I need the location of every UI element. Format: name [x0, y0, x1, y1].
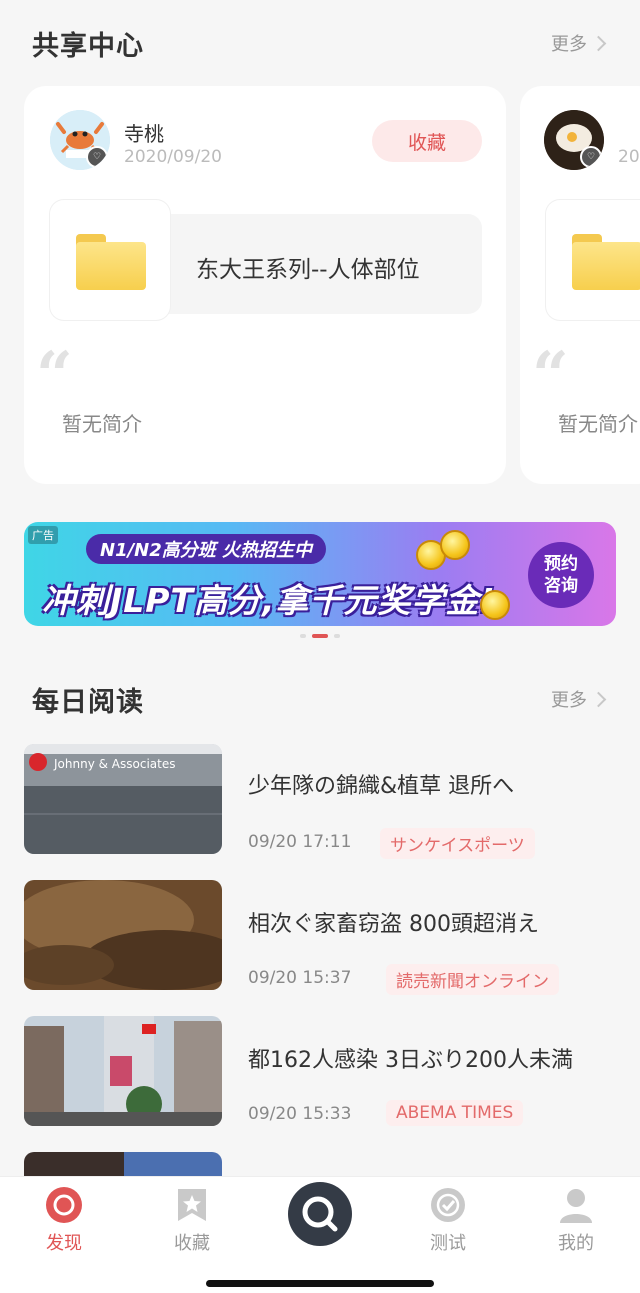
heart-badge-icon: ♡ [580, 146, 602, 168]
article-time: 09/20 15:37 [248, 968, 352, 988]
article-title: 都162人感染 3日ぶり200人未満 [248, 1048, 573, 1073]
ad-tag: 广告 [28, 526, 58, 544]
search-button[interactable] [288, 1182, 352, 1246]
article-source: 読売新聞オンライン [386, 964, 559, 995]
article-title: 少年隊の錦織&植草 退所へ [248, 774, 515, 799]
banner-top-text: N1/N2高分班 火热招生中 [86, 534, 327, 564]
share-center-header: 共享中心 更多 [0, 20, 640, 80]
tab-collect[interactable]: 收藏 [142, 1187, 242, 1263]
tab-label: 发现 [46, 1233, 82, 1254]
tab-label: 我的 [558, 1233, 594, 1254]
article-thumbnail [24, 880, 222, 990]
share-center-more-button[interactable]: 更多 [551, 30, 607, 56]
chevron-right-icon [590, 35, 607, 51]
shared-file-card[interactable]: ♡ 寺桃 2020/09/20 收藏 东大王系列--人体部位 “ 暂无简介 [24, 86, 506, 484]
collect-button[interactable]: 收藏 [372, 120, 482, 162]
article-item[interactable]: 相次ぐ家畜窃盗 800頭超消え 09/20 15:37 読売新聞オンライン [0, 880, 640, 995]
daily-reading-header: 每日阅读 更多 [0, 676, 640, 736]
pager-dot [334, 634, 340, 638]
article-thumbnail: Johnny & Associates [24, 744, 222, 854]
crab-avatar-icon[interactable]: ♡ [50, 110, 110, 170]
ad-banner[interactable]: 广告 N1/N2高分班 火热招生中 冲刺JLPT高分,拿千元奖学金! 预约咨询 [24, 522, 616, 626]
chevron-right-icon [590, 691, 607, 707]
pager-dot-active [312, 634, 328, 638]
star-bookmark-icon [174, 1187, 210, 1223]
banner-pager [300, 634, 340, 638]
daily-reading-title: 每日阅读 [32, 687, 144, 718]
intro-text: 暂无简介 [62, 412, 142, 436]
intro-text: 暂无简介 [558, 412, 638, 436]
svg-text:Johnny & Associates: Johnny & Associates [53, 757, 175, 771]
banner-cta-button[interactable]: 预约咨询 [528, 542, 594, 608]
search-icon [302, 1196, 338, 1232]
article-item[interactable]: 都162人感染 3日ぶり200人未満 09/20 15:33 ABEMA TIM… [0, 1016, 640, 1128]
article-source: サンケイスポーツ [380, 828, 535, 859]
share-center-title: 共享中心 [32, 31, 144, 62]
tab-discover[interactable]: 发现 [14, 1187, 114, 1263]
username: 寺桃 [124, 122, 164, 146]
folder-icon [76, 234, 146, 290]
tab-label: 测试 [430, 1233, 466, 1254]
shared-file-card[interactable]: ♡ 20 “ 暂无简介 [520, 86, 640, 484]
article-time: 09/20 15:33 [248, 1104, 352, 1124]
pager-dot [300, 634, 306, 638]
home-indicator [206, 1280, 434, 1287]
food-avatar-icon[interactable]: ♡ [544, 110, 604, 170]
person-icon [558, 1187, 594, 1223]
heart-badge-icon: ♡ [86, 146, 108, 168]
share-date: 20 [618, 147, 640, 167]
more-label: 更多 [551, 34, 587, 55]
daily-reading-more-button[interactable]: 更多 [551, 686, 607, 712]
article-time: 09/20 17:11 [248, 832, 352, 852]
folder-icon-tile [50, 200, 170, 320]
share-date: 2020/09/20 [124, 147, 222, 167]
coin-icon [480, 590, 510, 620]
file-name: 东大王系列--人体部位 [196, 257, 420, 283]
folder-icon-tile [546, 200, 640, 320]
quote-icon: “ [532, 338, 569, 413]
article-title: 相次ぐ家畜窃盗 800頭超消え [248, 912, 539, 937]
tab-test[interactable]: 测试 [398, 1187, 498, 1263]
article-thumbnail [24, 1152, 222, 1176]
article-item[interactable]: Johnny & Associates 少年隊の錦織&植草 退所へ 09/20 … [0, 744, 640, 859]
more-label: 更多 [551, 690, 587, 711]
folder-icon [572, 234, 640, 290]
discover-icon [46, 1187, 82, 1223]
tab-label: 收藏 [174, 1233, 210, 1254]
banner-main-text: 冲刺JLPT高分,拿千元奖学金! [42, 581, 496, 620]
tab-mine[interactable]: 我的 [526, 1187, 626, 1263]
coin-icon [440, 530, 470, 560]
article-source: ABEMA TIMES [386, 1100, 524, 1126]
article-thumbnail [24, 1016, 222, 1126]
quote-icon: “ [36, 338, 73, 413]
banner-cta-label: 预约咨询 [544, 554, 578, 596]
check-test-icon [430, 1187, 466, 1223]
